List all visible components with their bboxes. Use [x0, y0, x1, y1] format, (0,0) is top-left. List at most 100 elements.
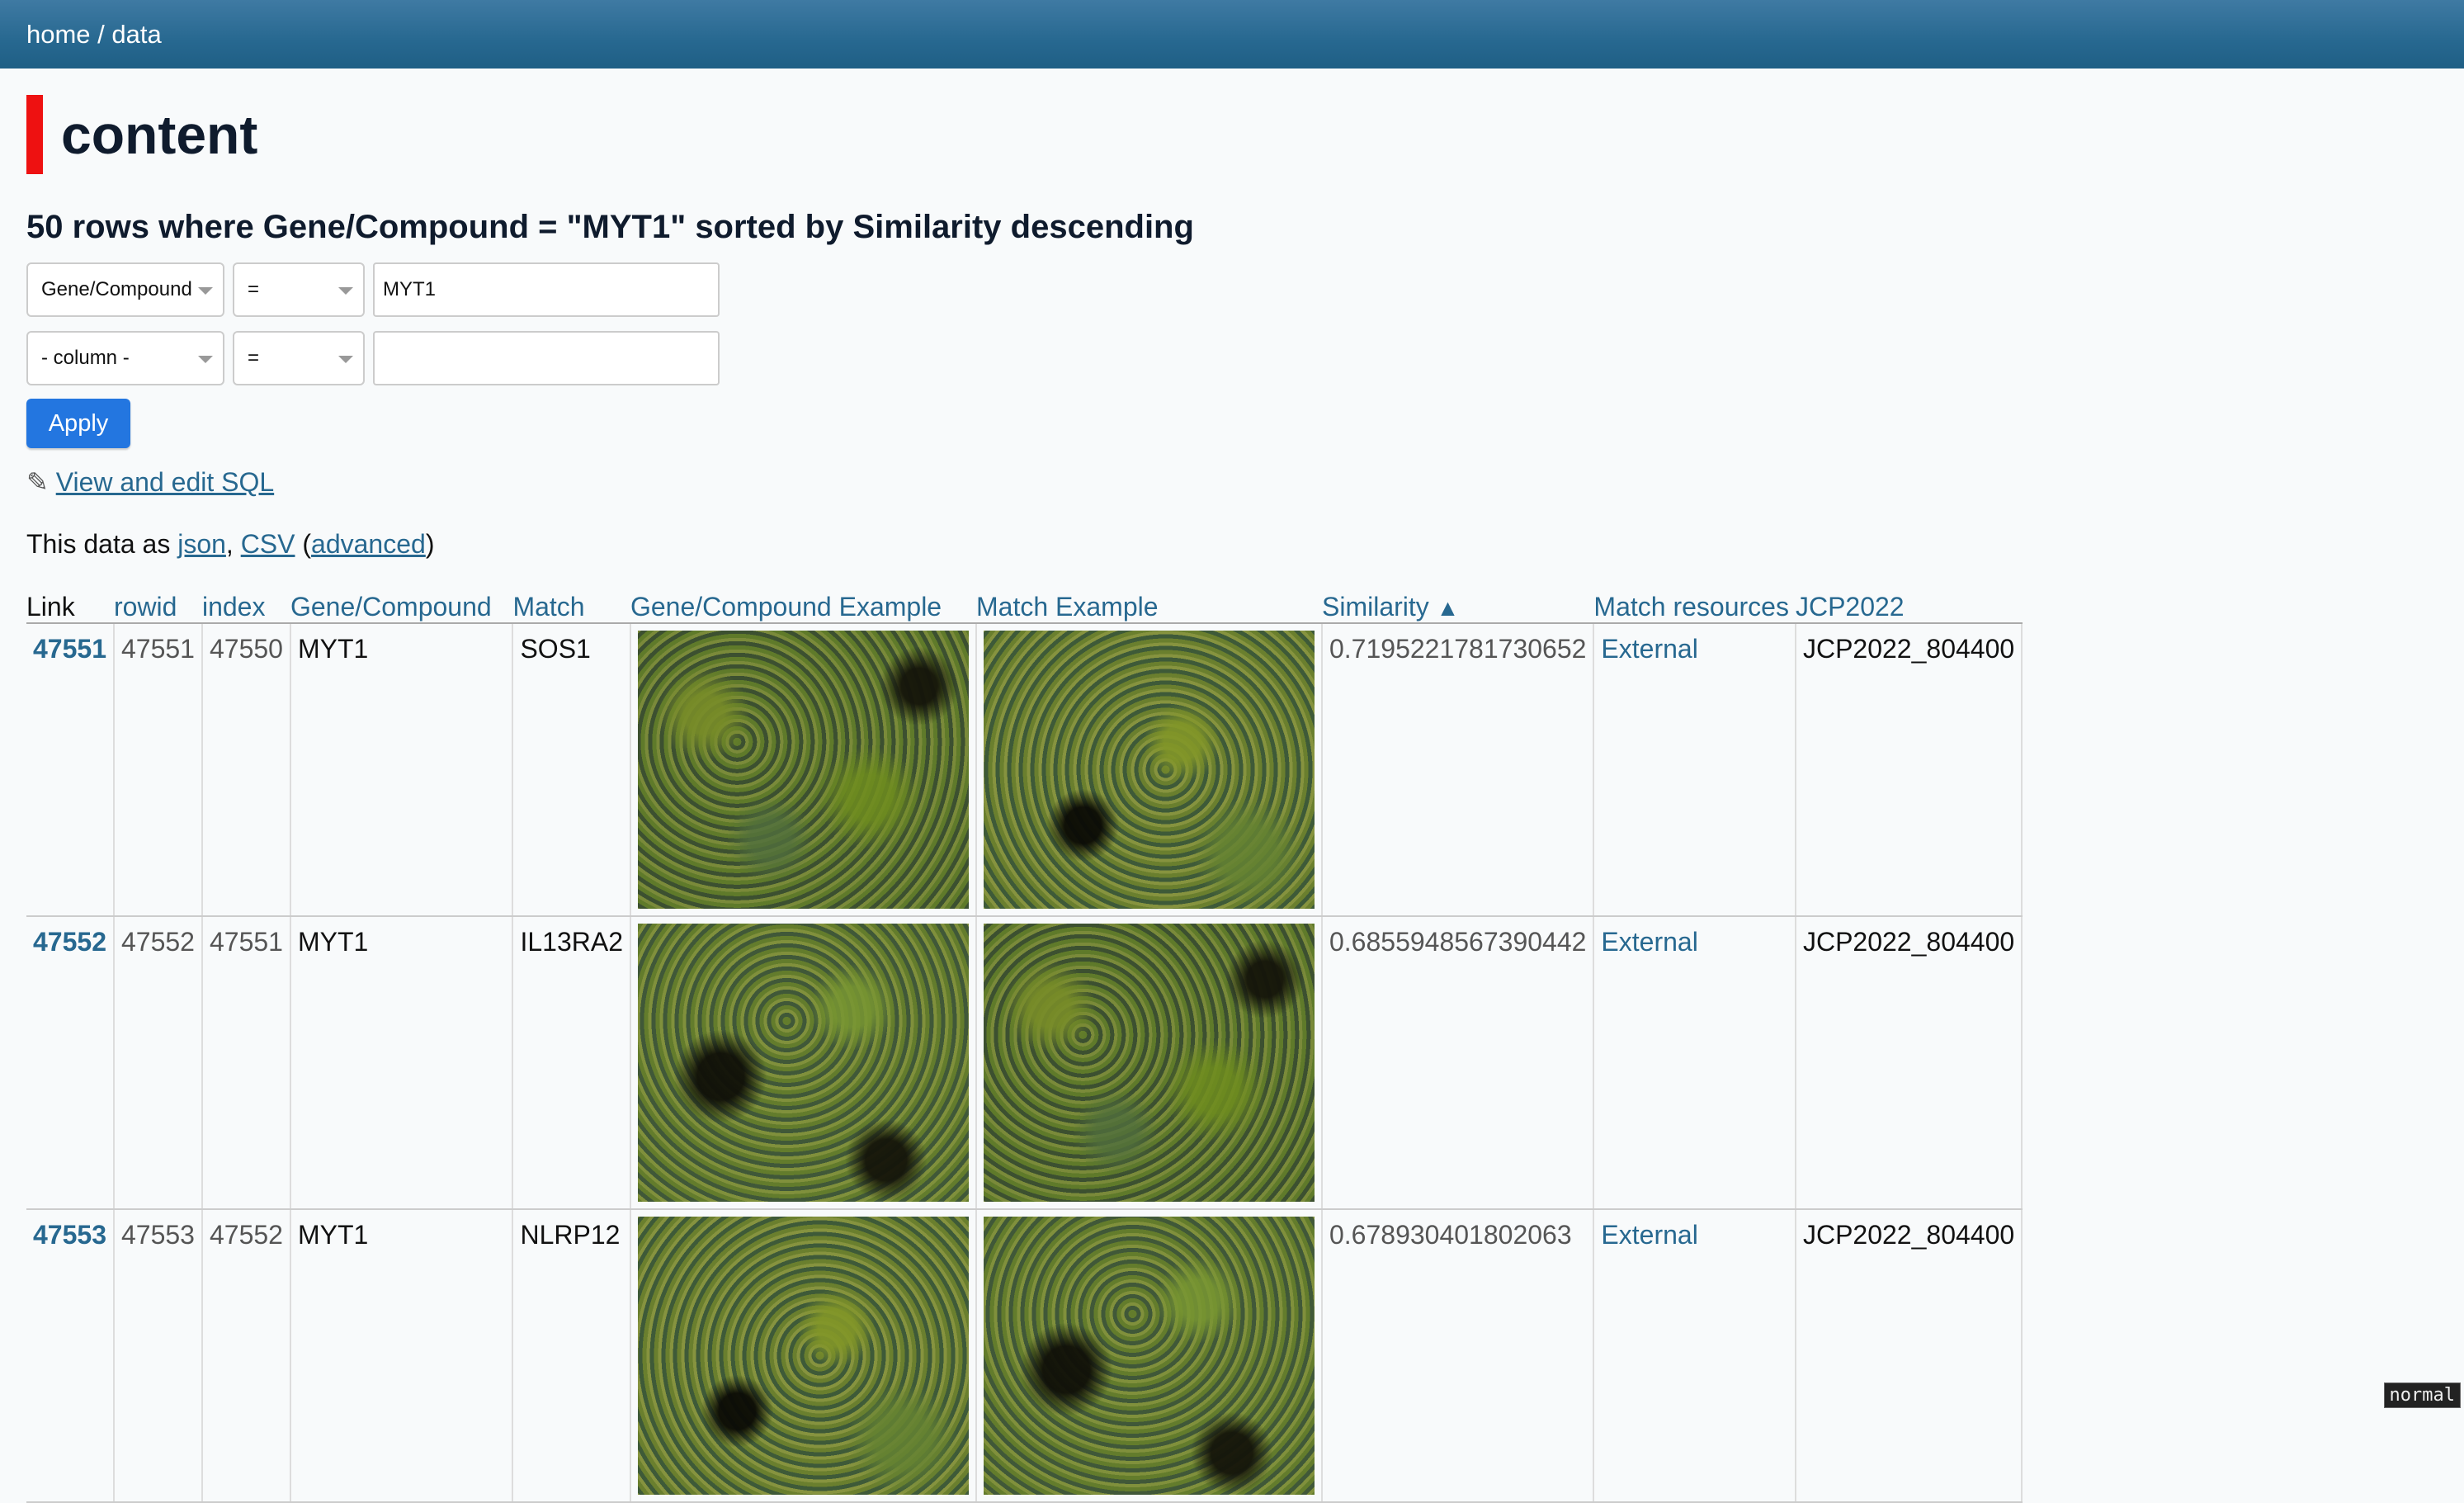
cell-microscopy-image[interactable] — [637, 631, 969, 909]
cell-rowid: 47553 — [113, 1209, 203, 1503]
column-header-label: Gene/Compound Example — [630, 592, 942, 622]
results-summary: 50 rows where Gene/Compound = "MYT1" sor… — [26, 209, 1194, 245]
cell-microscopy-image[interactable] — [983, 1217, 1315, 1495]
column-header-label: Match Example — [975, 592, 1159, 622]
chevron-down-icon — [338, 287, 353, 295]
row-link[interactable]: 47551 — [33, 634, 106, 664]
filter-operator-value: = — [248, 278, 260, 300]
cell-similarity: 0.678930401802063 — [1321, 1209, 1595, 1503]
sql-link-row: ✎ View and edit SQL — [26, 466, 2438, 498]
cell-gene-compound: MYT1 — [290, 916, 514, 1210]
chevron-down-icon — [198, 287, 213, 295]
export-open-paren: ( — [295, 529, 312, 559]
breadcrumb-home[interactable]: home — [26, 20, 91, 49]
pencil-icon: ✎ — [26, 467, 49, 497]
cell-gene-compound-example — [630, 623, 977, 917]
export-comma: , — [225, 529, 241, 559]
cell-microscopy-image[interactable] — [637, 924, 969, 1202]
column-header-jcp2022[interactable]: JCP2022 — [1795, 586, 2023, 624]
cell-microscopy-image[interactable] — [983, 924, 1315, 1202]
table-row: 47553 47553 47552 MYT1 NLRP12 0.67893040… — [26, 1209, 2023, 1503]
column-header-label: rowid — [113, 592, 177, 622]
column-header-label: Match resources — [1593, 592, 1789, 622]
row-link[interactable]: 47553 — [33, 1220, 106, 1250]
column-header-similarity[interactable]: Similarity ▲ — [1321, 586, 1594, 624]
column-header-match-resources[interactable]: Match resources — [1593, 586, 1796, 624]
cell-match-example — [975, 916, 1323, 1210]
chevron-down-icon — [338, 356, 353, 363]
column-header-label: JCP2022 — [1795, 592, 1905, 622]
apply-button[interactable]: Apply — [26, 399, 130, 448]
column-header-label: Match — [512, 592, 585, 622]
breadcrumb-separator: / — [90, 20, 112, 49]
column-header-label: Gene/Compound — [290, 592, 492, 622]
cell-gene-compound-example — [630, 1209, 977, 1503]
view-edit-sql-link[interactable]: View and edit SQL — [56, 467, 274, 497]
cell-jcp2022: JCP2022_804400 — [1795, 623, 2023, 917]
filter-operator-value: = — [248, 347, 260, 369]
column-header-match[interactable]: Match — [512, 586, 630, 624]
external-link[interactable]: External — [1601, 634, 1697, 664]
breadcrumb-data[interactable]: data — [111, 20, 161, 49]
filter-column-value: Gene/Compound — [41, 278, 192, 300]
cell-rowid: 47552 — [113, 916, 203, 1210]
filter-row-2: - column - = — [26, 331, 2438, 385]
cell-link: 47553 — [26, 1209, 115, 1503]
column-header-index[interactable]: index — [201, 586, 290, 624]
filter-operator-select[interactable]: = — [233, 262, 365, 317]
export-json-link[interactable]: json — [177, 529, 226, 559]
column-header-match-example[interactable]: Match Example — [975, 586, 1322, 624]
filter-operator-select[interactable]: = — [233, 331, 365, 385]
export-prefix: This data as — [26, 529, 178, 559]
column-header-gene-compound-example[interactable]: Gene/Compound Example — [630, 586, 976, 624]
cell-match: SOS1 — [512, 623, 631, 917]
external-link[interactable]: External — [1601, 1220, 1697, 1250]
cell-index: 47551 — [201, 916, 291, 1210]
cell-rowid: 47551 — [113, 623, 203, 917]
filter-column-value: - column - — [41, 347, 130, 369]
cell-similarity: 0.6855948567390442 — [1321, 916, 1595, 1210]
column-header-label: Similarity — [1321, 592, 1429, 622]
cell-match-example — [975, 623, 1323, 917]
cell-match: IL13RA2 — [512, 916, 631, 1210]
filter-value-input[interactable] — [373, 331, 720, 385]
row-link[interactable]: 47552 — [33, 927, 106, 957]
cell-gene-compound: MYT1 — [290, 623, 514, 917]
export-close-paren: ) — [425, 529, 435, 559]
filter-column-select[interactable]: - column - — [26, 331, 224, 385]
export-row: This data as json, CSV (advanced) — [26, 529, 2438, 560]
results-table: Link rowid index Gene/Compound Match Gen… — [26, 586, 2023, 1503]
top-nav-bar: home / data — [0, 0, 2464, 69]
cell-jcp2022: JCP2022_804400 — [1795, 916, 2023, 1210]
filter-column-select[interactable]: Gene/Compound — [26, 262, 224, 317]
cell-jcp2022: JCP2022_804400 — [1795, 1209, 2023, 1503]
cell-link: 47551 — [26, 623, 115, 917]
column-header-gene-compound[interactable]: Gene/Compound — [290, 586, 513, 624]
chevron-down-icon — [198, 356, 213, 363]
cell-match-resources: External — [1593, 916, 1796, 1210]
table-row: 47552 47552 47551 MYT1 IL13RA2 0.6855948… — [26, 916, 2023, 1210]
cell-index: 47552 — [201, 1209, 291, 1503]
export-advanced-link[interactable]: advanced — [311, 529, 426, 559]
table-header-row: Link rowid index Gene/Compound Match Gen… — [26, 586, 2023, 624]
table-row: 47551 47551 47550 MYT1 SOS1 0.7195221781… — [26, 623, 2023, 917]
column-header-link: Link — [26, 586, 114, 624]
page-title: content — [26, 95, 2438, 174]
cell-microscopy-image[interactable] — [983, 631, 1315, 909]
cell-gene-compound: MYT1 — [290, 1209, 514, 1503]
column-header-rowid[interactable]: rowid — [113, 586, 202, 624]
cell-index: 47550 — [201, 623, 291, 917]
main-content: content 50 rows where Gene/Compound = "M… — [0, 95, 2464, 1503]
cell-gene-compound-example — [630, 916, 977, 1210]
cell-match-example — [975, 1209, 1323, 1503]
filter-row-1: Gene/Compound = MYT1 — [26, 262, 2438, 317]
cell-similarity: 0.7195221781730652 — [1321, 623, 1595, 917]
cell-link: 47552 — [26, 916, 115, 1210]
cell-match: NLRP12 — [512, 1209, 631, 1503]
external-link[interactable]: External — [1601, 927, 1697, 957]
filter-value-input[interactable]: MYT1 — [373, 262, 720, 317]
export-csv-link[interactable]: CSV — [241, 529, 295, 559]
cell-microscopy-image[interactable] — [637, 1217, 969, 1495]
mode-indicator: normal — [2383, 1382, 2461, 1408]
cell-match-resources: External — [1593, 1209, 1796, 1503]
